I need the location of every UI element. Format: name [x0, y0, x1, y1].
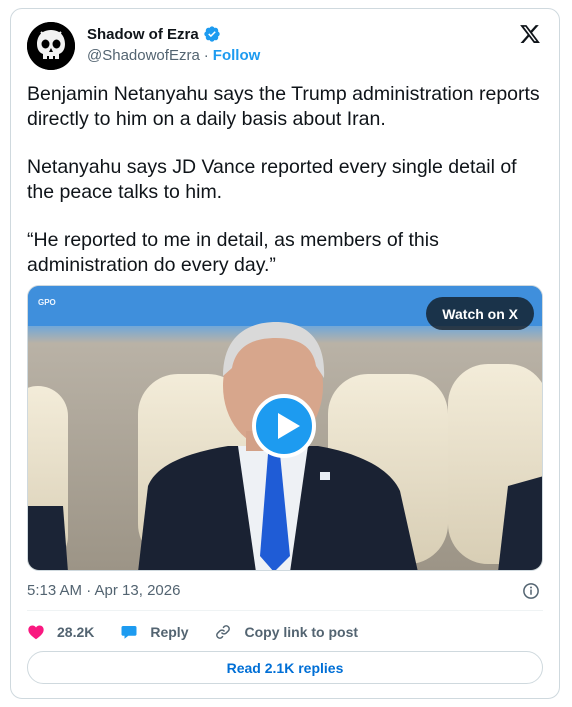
like-button[interactable]: 28.2K: [27, 623, 94, 641]
read-replies-button[interactable]: Read 2.1K replies: [27, 651, 543, 684]
tweet-paragraph: “He reported to me in detail, as members…: [27, 229, 439, 276]
tweet-paragraph: Netanyahu says JD Vance reported every s…: [27, 156, 517, 203]
x-logo-icon[interactable]: [519, 23, 541, 45]
author-name-text[interactable]: Shadow of Ezra: [87, 26, 199, 43]
skull-logo-icon: [27, 22, 75, 70]
tweet-card: Shadow of Ezra @ShadowofEzra · Follow Be…: [10, 8, 560, 699]
copy-link-label: Copy link to post: [244, 624, 359, 640]
gpo-watermark: GPO: [38, 298, 56, 307]
follow-button[interactable]: Follow: [213, 47, 261, 64]
reply-button[interactable]: Reply: [120, 623, 188, 641]
author-handle[interactable]: @ShadowofEzra: [87, 47, 200, 64]
tweet-paragraph: Benjamin Netanyahu says the Trump admini…: [27, 83, 540, 130]
separator-dot: ·: [203, 47, 209, 64]
like-count: 28.2K: [57, 624, 95, 640]
verified-badge-icon: [204, 26, 220, 42]
post-timestamp[interactable]: 5:13 AM · Apr 13, 2026: [27, 582, 180, 599]
video-player[interactable]: GPO Watch on X: [27, 285, 543, 571]
link-icon: [216, 625, 231, 639]
watch-on-x-button[interactable]: Watch on X: [426, 297, 534, 330]
handle-row: @ShadowofEzra · Follow: [87, 47, 260, 64]
reply-label: Reply: [150, 624, 189, 640]
reply-bubble-icon: [121, 626, 137, 639]
play-icon[interactable]: [252, 394, 316, 458]
avatar[interactable]: [27, 22, 75, 70]
author-name[interactable]: Shadow of Ezra: [87, 25, 221, 43]
divider: [27, 610, 543, 611]
info-icon[interactable]: [522, 582, 540, 600]
tweet-text: Benjamin Netanyahu says the Trump admini…: [27, 82, 547, 301]
action-bar: 28.2K Reply Copy link to post: [27, 621, 358, 643]
heart-icon: [28, 625, 44, 640]
copy-link-button[interactable]: Copy link to post: [214, 623, 358, 641]
